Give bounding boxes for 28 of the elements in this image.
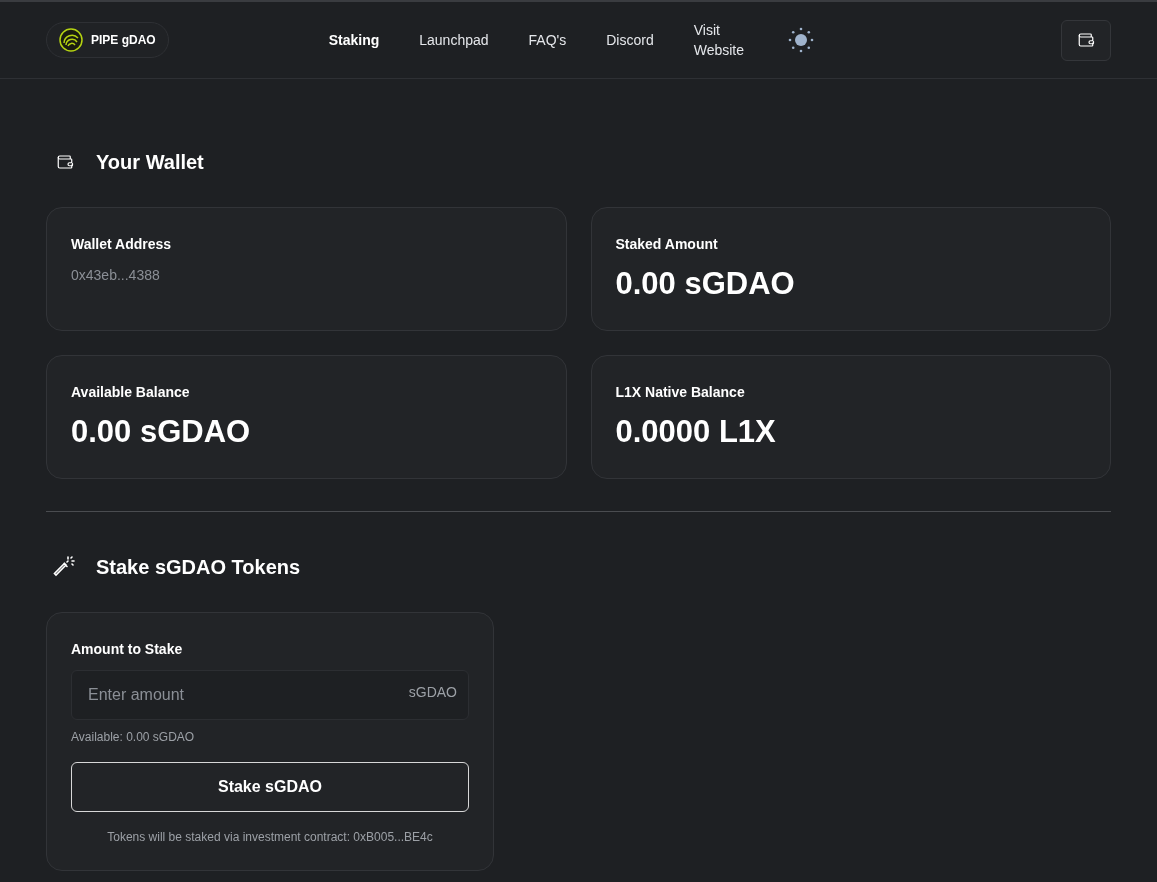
card-label: L1X Native Balance	[615, 383, 746, 402]
nav-link[interactable]: FAQ's	[528, 30, 567, 50]
card-value: 0.0000 L1X	[615, 413, 777, 451]
card-label: Wallet Address	[71, 235, 173, 254]
brand-name: PIPE gDAO	[91, 32, 156, 49]
wallet-icon	[1077, 31, 1095, 49]
wallet-icon	[56, 153, 74, 171]
nav-link[interactable]: Launchpad	[419, 30, 489, 50]
section-title: Your Wallet	[96, 150, 204, 175]
stake-button[interactable]: Stake sGDAO	[71, 762, 469, 812]
wallet-button[interactable]	[1061, 19, 1111, 61]
card-value: 0.00 sGDAO	[615, 265, 796, 303]
card-label: Available Balance	[71, 383, 191, 402]
sun-icon[interactable]	[787, 27, 814, 53]
nav-link[interactable]: Discord	[606, 30, 654, 50]
wallet-address: 0x43eb...4388	[71, 266, 161, 285]
nav-link[interactable]: Staking	[328, 30, 380, 50]
logo-icon	[59, 28, 83, 52]
nav-link[interactable]: Visit Website	[693, 20, 766, 60]
card-label: Staked Amount	[615, 235, 719, 254]
unit-label: sGDAO	[408, 683, 457, 702]
available-text: Available: 0.00 sGDAO	[71, 729, 196, 746]
brand-logo-pill[interactable]: PIPE gDAO	[46, 22, 169, 58]
section-title: Stake sGDAO Tokens	[96, 555, 301, 580]
magic-wand-icon	[52, 555, 76, 579]
card-value: 0.00 sGDAO	[71, 413, 252, 451]
contract-note: Tokens will be staked via investment contract: 0xB005...BE4c	[106, 829, 434, 846]
field-label: Amount to Stake	[71, 640, 184, 659]
